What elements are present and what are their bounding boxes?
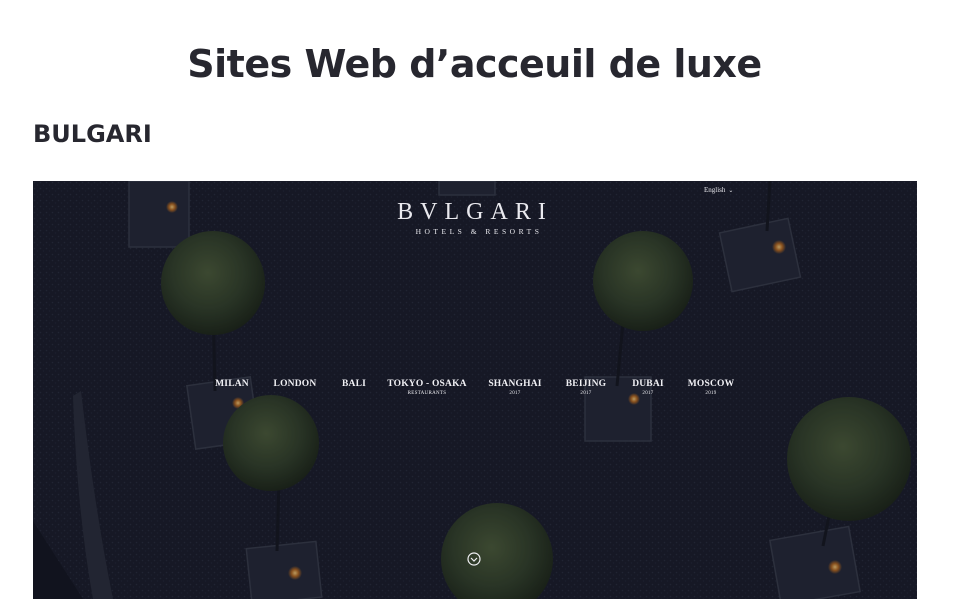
city-link-dubai[interactable]: DUBAI 2017 [632, 379, 664, 396]
city-link-moscow[interactable]: MOSCOW 2019 [688, 379, 735, 396]
city-subtitle: 2019 [705, 391, 717, 396]
bulgari-logo[interactable]: BVLGARI HOTELS & RESORTS [33, 199, 917, 236]
city-link-london[interactable]: LONDON [274, 379, 317, 391]
city-link-beijing[interactable]: BEIJING 2017 [566, 379, 606, 396]
chevron-down-icon: ⌄ [728, 188, 734, 194]
city-name: SHANGHAI [488, 379, 542, 389]
city-name: BALI [341, 379, 367, 389]
city-subtitle: 2017 [642, 391, 654, 396]
city-link-tokyo-osaka[interactable]: TOKYO - OSAKA RESTAURANTS [387, 379, 467, 396]
page-title: Sites Web d’acceuil de luxe [187, 42, 762, 86]
city-link-milan[interactable]: MILAN [215, 379, 249, 391]
website-screenshot: BVLGARI HOTELS & RESORTS English ⌄ MILAN … [33, 181, 917, 599]
city-subtitle: RESTAURANTS [407, 391, 447, 396]
chevron-circle-down-icon[interactable] [467, 552, 481, 566]
city-name: MOSCOW [687, 379, 735, 389]
section-title: BULGARI [33, 120, 152, 148]
city-subtitle: 2017 [580, 391, 592, 396]
city-navigation: MILAN LONDON BALI TOKYO - OSAKA RESTAURA… [33, 379, 917, 409]
logo-wordmark: BVLGARI [397, 199, 553, 225]
language-selector[interactable]: English ⌄ [704, 186, 733, 194]
city-link-bali[interactable]: BALI [342, 379, 366, 391]
city-subtitle: 2017 [509, 391, 521, 396]
city-name: DUBAI [632, 379, 664, 389]
city-name: TOKYO - OSAKA [387, 379, 467, 389]
city-name: MILAN [215, 379, 249, 389]
city-name: BEIJING [565, 379, 607, 389]
city-link-shanghai[interactable]: SHANGHAI 2017 [488, 379, 541, 396]
logo-subtitle: HOTELS & RESORTS [415, 227, 543, 236]
language-label: English [704, 186, 726, 194]
city-name: LONDON [273, 379, 317, 389]
